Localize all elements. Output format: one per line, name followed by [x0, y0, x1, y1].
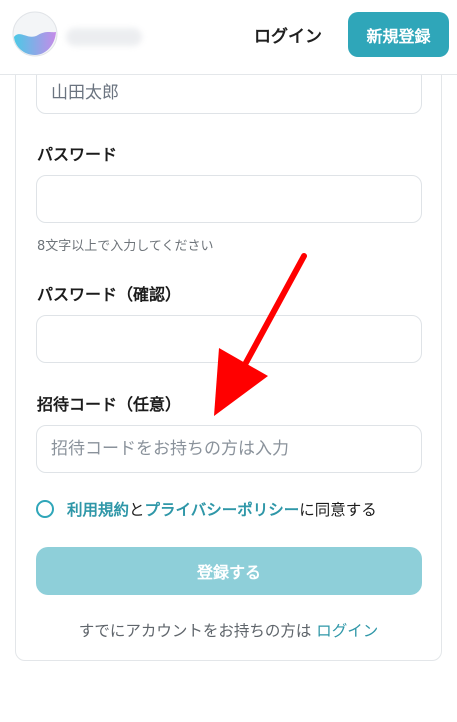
password-hint: 8文字以上で入力してください: [37, 239, 214, 254]
login-prompt: すでにアカウントをお持ちの方は ログイン: [0, 619, 457, 641]
signup-button[interactable]: 新規登録: [348, 12, 449, 57]
site-header: ログイン 新規登録: [0, 0, 457, 75]
agree-radio[interactable]: [36, 500, 54, 518]
register-button[interactable]: 登録する: [36, 547, 422, 595]
terms-link[interactable]: 利用規約: [67, 501, 129, 519]
agree-text: 利用規約とプライバシーポリシーに同意する: [67, 498, 377, 520]
logo-icon[interactable]: [12, 11, 58, 57]
agree-suffix: に同意する: [299, 501, 377, 519]
login-prompt-text: すでにアカウントをお持ちの方は: [78, 622, 317, 640]
invite-code-input[interactable]: [36, 425, 422, 473]
password-confirm-label: パスワード（確認）: [37, 285, 182, 304]
password-confirm-input[interactable]: [36, 315, 422, 363]
footer-login-link[interactable]: ログイン: [316, 622, 378, 640]
password-input[interactable]: [36, 175, 422, 223]
privacy-link[interactable]: プライバシーポリシー: [145, 501, 300, 519]
logo-wordmark: [66, 28, 142, 46]
password-label: パスワード: [37, 145, 118, 164]
agree-and: と: [129, 501, 145, 519]
header-login-link[interactable]: ログイン: [254, 22, 322, 47]
invite-code-label: 招待コード（任意）: [37, 395, 182, 414]
